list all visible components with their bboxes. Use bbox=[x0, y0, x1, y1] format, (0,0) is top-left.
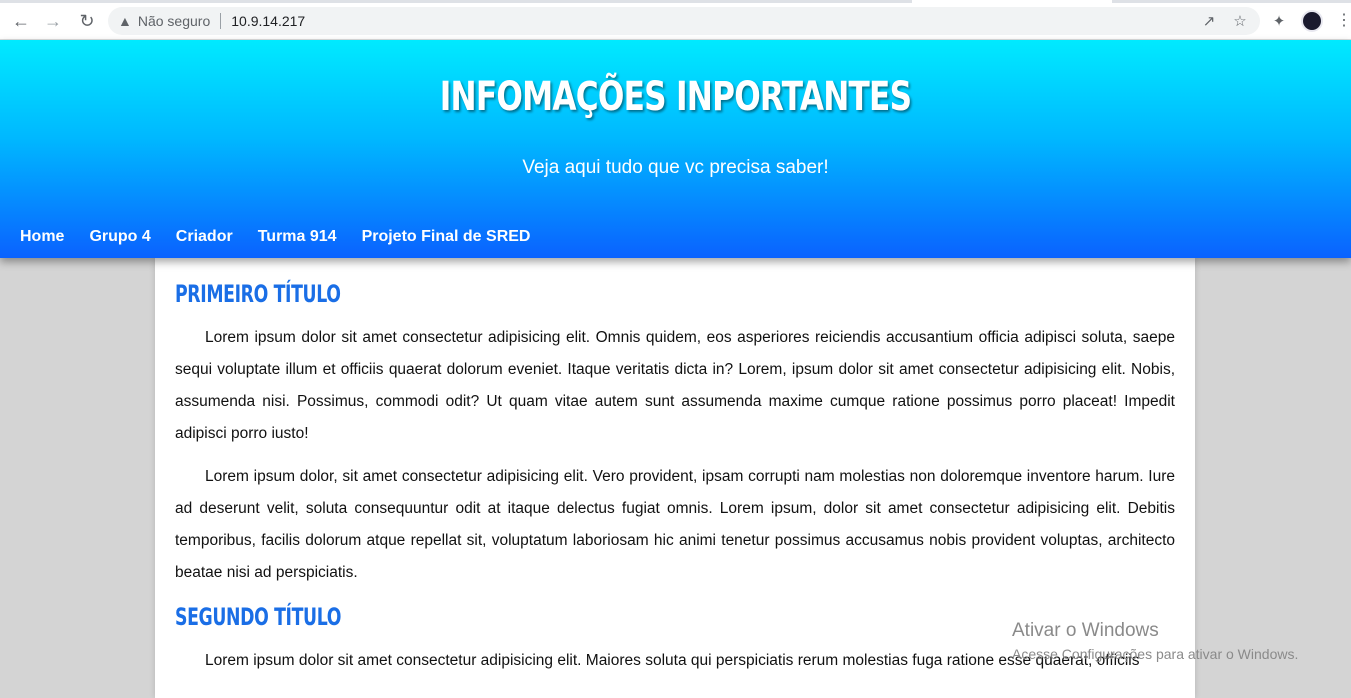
share-icon[interactable]: ↗ bbox=[1195, 7, 1223, 35]
watermark-subtitle: Acesse Configurações para ativar o Windo… bbox=[1012, 646, 1299, 662]
star-icon[interactable]: ☆ bbox=[1226, 7, 1254, 35]
nav-link-grupo-4[interactable]: Grupo 4 bbox=[89, 228, 150, 246]
address-separator bbox=[220, 13, 222, 29]
reload-icon[interactable]: ↻ bbox=[76, 10, 98, 32]
section-paragraph: Lorem ipsum dolor, sit amet consectetur … bbox=[175, 468, 1175, 581]
section-title-segundo: SEGUNDO TÍTULO bbox=[175, 603, 342, 631]
windows-activation-watermark: Ativar o Windows Acesse Configurações pa… bbox=[1012, 620, 1298, 662]
site-header: INFOMAÇÕES INPORTANTES Veja aqui tudo qu… bbox=[0, 40, 1351, 258]
nav-link-criador[interactable]: Criador bbox=[176, 228, 233, 246]
profile-avatar-icon[interactable] bbox=[1301, 10, 1323, 32]
address-bar[interactable]: ▲ Não seguro 10.9.14.217 bbox=[108, 7, 1260, 35]
menu-kebab-icon[interactable]: ⋮ bbox=[1336, 10, 1351, 30]
nav-link-turma-914[interactable]: Turma 914 bbox=[258, 228, 337, 246]
section-title-primeiro: PRIMEIRO TÍTULO bbox=[175, 280, 341, 308]
page-title: INFOMAÇÕES INPORTANTES bbox=[439, 74, 912, 120]
page-subtitle: Veja aqui tudo que vc precisa saber! bbox=[522, 157, 829, 178]
extensions-icon[interactable]: ✦ bbox=[1265, 7, 1293, 35]
url-text[interactable]: 10.9.14.217 bbox=[231, 13, 305, 29]
watermark-title: Ativar o Windows bbox=[1012, 620, 1159, 641]
warning-icon[interactable]: ▲ bbox=[118, 13, 132, 29]
section-paragraph: Lorem ipsum dolor sit amet consectetur a… bbox=[175, 329, 1175, 442]
forward-arrow-icon[interactable]: → bbox=[42, 10, 64, 32]
browser-toolbar: ← → ↻ ▲ Não seguro 10.9.14.217 ↗ ☆ ✦ ⋮ bbox=[0, 0, 1351, 40]
nav-link-projeto-final[interactable]: Projeto Final de SRED bbox=[362, 228, 531, 246]
tab-strip bbox=[0, 0, 1351, 3]
back-arrow-icon[interactable]: ← bbox=[10, 10, 32, 32]
active-tab[interactable] bbox=[912, 0, 1112, 3]
nav-link-home[interactable]: Home bbox=[20, 228, 64, 246]
security-label[interactable]: Não seguro bbox=[138, 13, 210, 29]
main-nav: Home Grupo 4 Criador Turma 914 Projeto F… bbox=[20, 228, 555, 246]
